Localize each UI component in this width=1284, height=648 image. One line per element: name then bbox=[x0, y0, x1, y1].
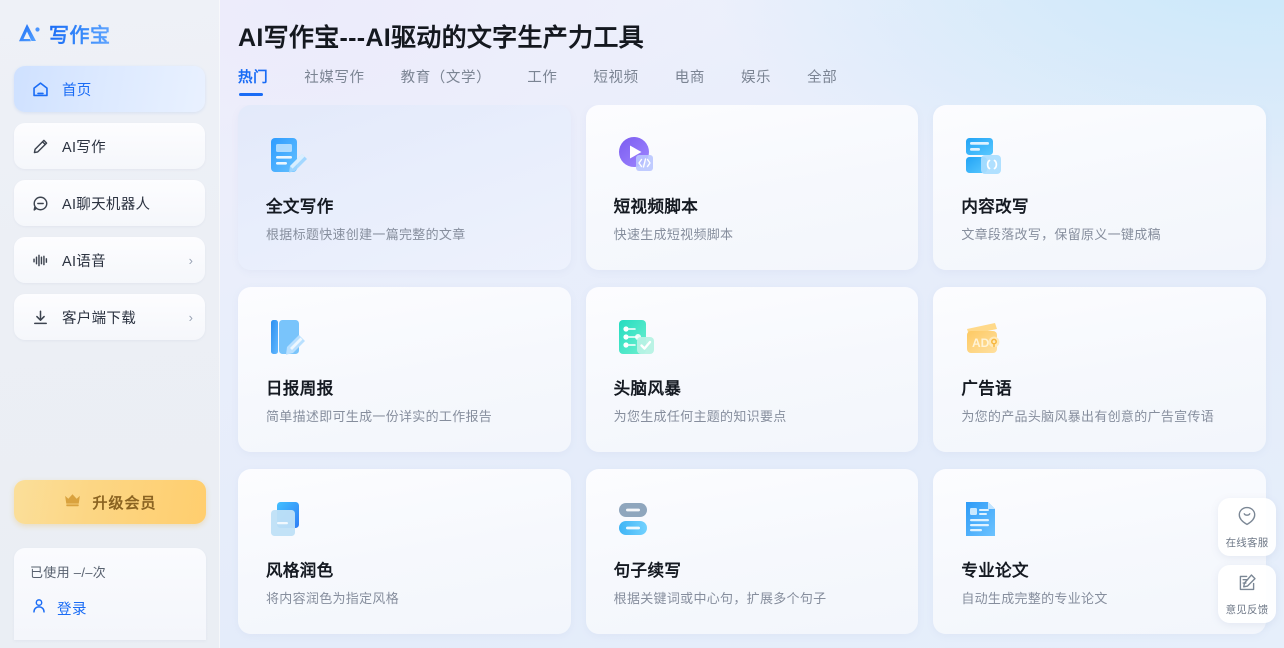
tab-work[interactable]: 工作 bbox=[527, 66, 557, 96]
sidebar-item-ai-voice[interactable]: AI语音 › bbox=[14, 237, 205, 283]
tool-card-desc: 根据标题快速创建一篇完整的文章 bbox=[266, 227, 466, 242]
online-support-button[interactable]: 在线客服 bbox=[1218, 498, 1276, 556]
tool-card[interactable]: AD 广告语 为您的产品头脑风暴出有创意的广告宣传语 bbox=[933, 287, 1266, 452]
crown-icon bbox=[63, 491, 82, 513]
sidebar-item-label: AI聊天机器人 bbox=[62, 196, 151, 213]
sidebar-nav: 首页 AI写作 AI聊天机器人 AI语音 › 客户端下载 › bbox=[0, 52, 219, 340]
tool-card-desc: 为您的产品头脑风暴出有创意的广告宣传语 bbox=[961, 409, 1215, 424]
brand-logo-text: 写作宝 bbox=[49, 19, 111, 48]
ad-tag-icon: AD bbox=[961, 315, 1007, 361]
pencil-icon bbox=[30, 136, 50, 156]
tab-entertainment[interactable]: 娱乐 bbox=[741, 66, 771, 96]
page-title: AI写作宝---AI驱动的文字生产力工具 bbox=[238, 24, 644, 52]
sidebar-item-label: AI写作 bbox=[62, 139, 106, 156]
tool-card-title: 日报周报 bbox=[266, 380, 334, 398]
tab-hot[interactable]: 热门 bbox=[238, 66, 268, 96]
tool-card-desc: 根据关键词或中心句，扩展多个句子 bbox=[613, 591, 827, 606]
sidebar: 写作宝 首页 AI写作 AI聊天机器人 AI语音 › 客户端下载 › 升级会员 … bbox=[0, 0, 220, 648]
tool-card-title: 专业论文 bbox=[961, 562, 1029, 580]
sidebar-item-ai-chatbot[interactable]: AI聊天机器人 bbox=[14, 180, 205, 226]
brand-logo[interactable]: 写作宝 bbox=[0, 0, 219, 52]
tool-card[interactable]: 专业论文 自动生成完整的专业论文 bbox=[933, 469, 1266, 634]
tab-education[interactable]: 教育（文学） bbox=[401, 66, 492, 96]
tool-card[interactable]: 短视频脚本 快速生成短视频脚本 bbox=[585, 105, 919, 270]
login-button[interactable]: 登录 bbox=[30, 597, 190, 620]
tool-card-title: 风格润色 bbox=[266, 562, 334, 580]
main-content: AI写作宝---AI驱动的文字生产力工具 热门 社媒写作 教育（文学） 工作 短… bbox=[220, 0, 1284, 648]
tool-card[interactable]: 内容改写 文章段落改写，保留原义一键成稿 bbox=[933, 105, 1266, 270]
svg-text:AD: AD bbox=[972, 336, 990, 350]
tool-card[interactable]: 全文写作 根据标题快速创建一篇完整的文章 bbox=[238, 105, 571, 270]
feedback-edit-icon bbox=[1236, 572, 1258, 599]
tool-card-desc: 简单描述即可生成一份详实的工作报告 bbox=[266, 409, 493, 424]
sidebar-item-label: AI语音 bbox=[62, 253, 106, 270]
upgrade-membership-label: 升级会员 bbox=[92, 494, 157, 512]
feedback-label: 意见反馈 bbox=[1225, 603, 1269, 616]
tool-card-title: 短视频脚本 bbox=[613, 198, 699, 216]
tool-card-title: 广告语 bbox=[961, 380, 1013, 398]
document-pencil-icon bbox=[266, 133, 312, 179]
sidebar-item-label: 客户端下载 bbox=[62, 310, 136, 327]
upgrade-membership-button[interactable]: 升级会员 bbox=[14, 480, 206, 524]
tool-card-desc: 为您生成任何主题的知识要点 bbox=[613, 409, 787, 424]
tool-card-desc: 自动生成完整的专业论文 bbox=[961, 591, 1108, 606]
tool-card[interactable]: 日报周报 简单描述即可生成一份详实的工作报告 bbox=[238, 287, 571, 452]
tool-card[interactable]: 风格润色 将内容润色为指定风格 bbox=[238, 469, 571, 634]
sidebar-item-home[interactable]: 首页 bbox=[14, 66, 205, 112]
feedback-button[interactable]: 意见反馈 bbox=[1218, 565, 1276, 623]
headset-smile-icon bbox=[1236, 505, 1258, 532]
tool-card-desc: 将内容润色为指定风格 bbox=[266, 591, 400, 606]
floating-action-rail: 在线客服 意见反馈 bbox=[1218, 498, 1276, 623]
sidebar-item-client-download[interactable]: 客户端下载 › bbox=[14, 294, 205, 340]
tool-card-grid: 全文写作 根据标题快速创建一篇完整的文章 短视频脚本 快速生成短视频脚本 内容改… bbox=[220, 105, 1284, 648]
tab-social[interactable]: 社媒写作 bbox=[304, 66, 364, 96]
tool-card-title: 全文写作 bbox=[266, 198, 334, 216]
tool-card-title: 内容改写 bbox=[961, 198, 1029, 216]
brand-logo-icon bbox=[16, 21, 42, 45]
online-support-label: 在线客服 bbox=[1225, 536, 1269, 549]
mindmap-check-icon bbox=[614, 315, 660, 361]
login-label: 登录 bbox=[57, 602, 87, 618]
tool-card-desc: 文章段落改写，保留原义一键成稿 bbox=[961, 227, 1161, 242]
tab-all[interactable]: 全部 bbox=[807, 66, 837, 96]
paper-doc-icon bbox=[961, 497, 1007, 543]
tool-card-title: 头脑风暴 bbox=[613, 380, 682, 398]
tool-card[interactable]: 句子续写 根据关键词或中心句，扩展多个句子 bbox=[585, 469, 919, 634]
tool-card-desc: 快速生成短视频脚本 bbox=[613, 227, 734, 242]
tab-ecommerce[interactable]: 电商 bbox=[675, 66, 705, 96]
layers-polish-icon bbox=[266, 497, 312, 543]
user-icon bbox=[30, 597, 48, 620]
sidebar-item-label: 首页 bbox=[62, 82, 92, 99]
card-rewrite-icon bbox=[961, 133, 1007, 179]
two-bars-icon bbox=[614, 497, 660, 543]
tool-card[interactable]: 头脑风暴 为您生成任何主题的知识要点 bbox=[585, 287, 919, 452]
home-icon bbox=[30, 79, 50, 99]
tab-short-video[interactable]: 短视频 bbox=[593, 66, 638, 96]
tool-card-title: 句子续写 bbox=[613, 562, 682, 580]
account-card: 已使用 –/–次 登录 bbox=[14, 548, 206, 640]
play-circle-code-icon bbox=[614, 133, 660, 179]
chat-minus-icon bbox=[30, 193, 50, 213]
sidebar-item-ai-writing[interactable]: AI写作 bbox=[14, 123, 205, 169]
notebook-pencil-icon bbox=[266, 315, 312, 361]
waveform-icon bbox=[30, 250, 50, 270]
chevron-right-icon[interactable]: › bbox=[189, 311, 193, 324]
category-tabs: 热门 社媒写作 教育（文学） 工作 短视频 电商 娱乐 全部 bbox=[220, 54, 1284, 96]
usage-count-text: 已使用 –/–次 bbox=[30, 565, 107, 580]
download-icon bbox=[30, 307, 50, 327]
chevron-right-icon[interactable]: › bbox=[189, 254, 193, 267]
